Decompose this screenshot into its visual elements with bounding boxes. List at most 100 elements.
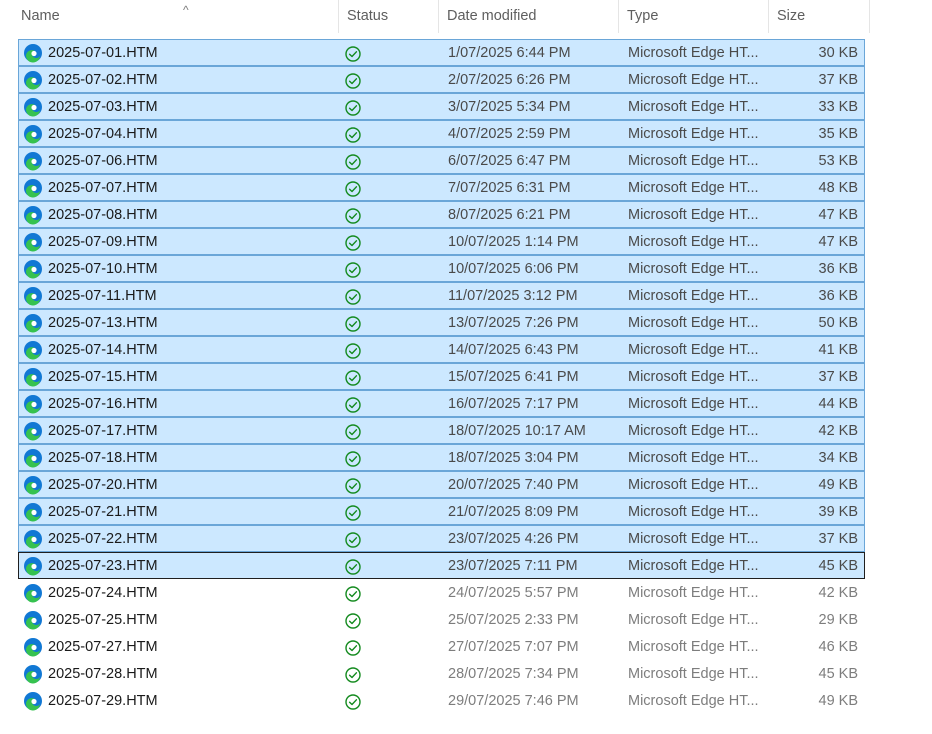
file-row[interactable]: 2025-07-23.HTM 23/07/2025 7:11 PM Microsof… — [18, 552, 865, 579]
file-row[interactable]: 2025-07-18.HTM 18/07/2025 3:04 PM Microsof… — [18, 444, 865, 471]
column-header-date-modified[interactable]: Date modified — [439, 0, 619, 33]
file-size: 41 KB — [818, 342, 859, 358]
file-name: 2025-07-28.HTM — [48, 666, 158, 682]
file-explorer: Name ^ Status Date modified Type Size 20… — [0, 0, 932, 734]
column-header-name-label: Name — [21, 8, 60, 24]
file-row[interactable]: 2025-07-25.HTM 25/07/2025 2:33 PM Microsof… — [18, 606, 865, 633]
file-size: 37 KB — [818, 531, 859, 547]
edge-file-icon — [23, 529, 43, 549]
file-row[interactable]: 2025-07-09.HTM 10/07/2025 1:14 PM Microsof… — [18, 228, 865, 255]
edge-file-icon — [23, 367, 43, 387]
edge-file-icon — [23, 313, 43, 333]
synced-check-icon — [344, 315, 362, 333]
file-date-modified: 10/07/2025 6:06 PM — [448, 261, 579, 277]
synced-check-icon — [344, 369, 362, 387]
column-header-name[interactable]: Name ^ — [13, 0, 339, 33]
file-row[interactable]: 2025-07-27.HTM 27/07/2025 7:07 PM Microsof… — [18, 633, 865, 660]
file-row[interactable]: 2025-07-16.HTM 16/07/2025 7:17 PM Microsof… — [18, 390, 865, 417]
file-size: 49 KB — [818, 477, 859, 493]
file-row[interactable]: 2025-07-06.HTM 6/07/2025 6:47 PM Microsoft… — [18, 147, 865, 174]
edge-file-icon — [23, 286, 43, 306]
synced-check-icon — [344, 477, 362, 495]
synced-check-icon — [344, 666, 362, 684]
file-type: Microsoft Edge HT... — [628, 612, 759, 628]
file-name: 2025-07-06.HTM — [48, 153, 158, 169]
file-size: 37 KB — [818, 72, 859, 88]
edge-file-icon — [23, 394, 43, 414]
file-name: 2025-07-14.HTM — [48, 342, 158, 358]
file-row[interactable]: 2025-07-13.HTM 13/07/2025 7:26 PM Microsof… — [18, 309, 865, 336]
synced-check-icon — [344, 504, 362, 522]
file-name: 2025-07-13.HTM — [48, 315, 158, 331]
file-row[interactable]: 2025-07-22.HTM 23/07/2025 4:26 PM Microsof… — [18, 525, 865, 552]
file-row[interactable]: 2025-07-04.HTM 4/07/2025 2:59 PM Microsoft… — [18, 120, 865, 147]
file-size: 30 KB — [818, 45, 859, 61]
synced-check-icon — [344, 531, 362, 549]
file-date-modified: 8/07/2025 6:21 PM — [448, 207, 571, 223]
edge-file-icon — [23, 124, 43, 144]
file-date-modified: 18/07/2025 10:17 AM — [448, 423, 586, 439]
file-size: 34 KB — [818, 450, 859, 466]
synced-check-icon — [344, 558, 362, 576]
file-name: 2025-07-29.HTM — [48, 693, 158, 709]
synced-check-icon — [344, 288, 362, 306]
file-size: 44 KB — [818, 396, 859, 412]
file-row[interactable]: 2025-07-03.HTM 3/07/2025 5:34 PM Microsoft… — [18, 93, 865, 120]
file-date-modified: 29/07/2025 7:46 PM — [448, 693, 579, 709]
file-row[interactable]: 2025-07-11.HTM 11/07/2025 3:12 PM Microsof… — [18, 282, 865, 309]
edge-file-icon — [23, 70, 43, 90]
edge-file-icon — [23, 556, 43, 576]
file-row[interactable]: 2025-07-07.HTM 7/07/2025 6:31 PM Microsoft… — [18, 174, 865, 201]
edge-file-icon — [23, 583, 43, 603]
edge-file-icon — [23, 664, 43, 684]
column-header-bar: Name ^ Status Date modified Type Size — [0, 0, 870, 33]
file-name: 2025-07-10.HTM — [48, 261, 158, 277]
file-type: Microsoft Edge HT... — [628, 72, 759, 88]
file-type: Microsoft Edge HT... — [628, 45, 759, 61]
file-type: Microsoft Edge HT... — [628, 558, 759, 574]
file-type: Microsoft Edge HT... — [628, 369, 759, 385]
file-size: 48 KB — [818, 180, 859, 196]
edge-file-icon — [23, 448, 43, 468]
file-row[interactable]: 2025-07-24.HTM 24/07/2025 5:57 PM Microsof… — [18, 579, 865, 606]
column-header-size[interactable]: Size — [769, 0, 870, 33]
file-row[interactable]: 2025-07-17.HTM 18/07/2025 10:17 AM Microso… — [18, 417, 865, 444]
edge-file-icon — [23, 340, 43, 360]
file-type: Microsoft Edge HT... — [628, 315, 759, 331]
file-name: 2025-07-11.HTM — [48, 288, 157, 304]
file-size: 29 KB — [818, 612, 859, 628]
synced-check-icon — [344, 693, 362, 711]
file-row[interactable]: 2025-07-21.HTM 21/07/2025 8:09 PM Microsof… — [18, 498, 865, 525]
synced-check-icon — [344, 126, 362, 144]
file-date-modified: 4/07/2025 2:59 PM — [448, 126, 571, 142]
file-date-modified: 23/07/2025 7:11 PM — [448, 558, 578, 574]
file-row[interactable]: 2025-07-20.HTM 20/07/2025 7:40 PM Microsof… — [18, 471, 865, 498]
synced-check-icon — [344, 45, 362, 63]
file-row[interactable]: 2025-07-14.HTM 14/07/2025 6:43 PM Microsof… — [18, 336, 865, 363]
column-header-type[interactable]: Type — [619, 0, 769, 33]
file-row[interactable]: 2025-07-28.HTM 28/07/2025 7:34 PM Microsof… — [18, 660, 865, 687]
file-name: 2025-07-18.HTM — [48, 450, 158, 466]
file-row[interactable]: 2025-07-08.HTM 8/07/2025 6:21 PM Microsoft… — [18, 201, 865, 228]
file-size: 45 KB — [818, 666, 859, 682]
file-size: 53 KB — [818, 153, 859, 169]
file-row[interactable]: 2025-07-02.HTM 2/07/2025 6:26 PM Microsoft… — [18, 66, 865, 93]
file-size: 36 KB — [818, 261, 859, 277]
column-header-status[interactable]: Status — [339, 0, 439, 33]
file-row[interactable]: 2025-07-15.HTM 15/07/2025 6:41 PM Microsof… — [18, 363, 865, 390]
edge-file-icon — [23, 43, 43, 63]
synced-check-icon — [344, 342, 362, 360]
file-type: Microsoft Edge HT... — [628, 531, 759, 547]
synced-check-icon — [344, 585, 362, 603]
synced-check-icon — [344, 423, 362, 441]
file-date-modified: 28/07/2025 7:34 PM — [448, 666, 579, 682]
file-row[interactable]: 2025-07-10.HTM 10/07/2025 6:06 PM Microsof… — [18, 255, 865, 282]
file-type: Microsoft Edge HT... — [628, 423, 759, 439]
file-name: 2025-07-24.HTM — [48, 585, 158, 601]
file-type: Microsoft Edge HT... — [628, 261, 759, 277]
file-row[interactable]: 2025-07-29.HTM 29/07/2025 7:46 PM Microsof… — [18, 687, 865, 714]
file-size: 42 KB — [818, 423, 859, 439]
file-size: 39 KB — [818, 504, 859, 520]
file-row[interactable]: 2025-07-01.HTM 1/07/2025 6:44 PM Microsoft… — [18, 39, 865, 66]
synced-check-icon — [344, 153, 362, 171]
